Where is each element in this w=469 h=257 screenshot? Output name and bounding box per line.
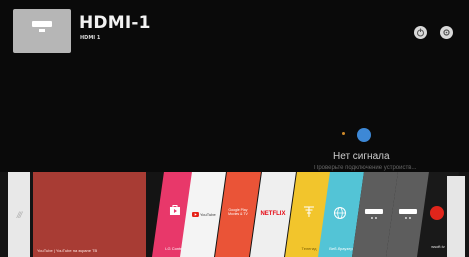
youtube-logo: YouTube: [191, 212, 216, 217]
hdmi-icon: [398, 209, 417, 219]
handle-lines-icon: ///: [16, 209, 22, 220]
launcher-bar: /// YouTube | YouTube на экране ТВ LG Co…: [0, 172, 469, 257]
input-title: HDMI-1: [79, 13, 151, 33]
globe-icon: [333, 207, 346, 219]
launcher-edit-handle[interactable]: [447, 176, 465, 257]
power-icon: [417, 28, 424, 37]
hdmi-input-tile[interactable]: [13, 9, 71, 53]
tv-screen: HDMI-1 HDMI 1 Нет сигнала Проверьте подк…: [0, 0, 469, 257]
netflix-logo: NETFLIX: [260, 211, 286, 217]
youtube-label: YouTube: [199, 212, 216, 217]
no-signal-message: Проверьте подключение устройств...: [314, 165, 417, 171]
no-signal-title: Нет сигнала: [333, 151, 390, 162]
hdmi-icon: [32, 21, 52, 32]
gear-icon: [443, 29, 450, 36]
shopping-bag-icon: [169, 205, 180, 215]
google-play-label: Google Play Movies & TV: [228, 208, 248, 216]
youtube-play-icon: [191, 212, 199, 217]
antenna-icon: [303, 206, 314, 217]
recent-app-tile[interactable]: YouTube | YouTube на экране ТВ: [33, 172, 146, 257]
power-button[interactable]: [414, 26, 427, 39]
recent-app-label: YouTube | YouTube на экране ТВ: [37, 248, 98, 253]
wsoft-logo-icon: [429, 206, 444, 220]
settings-button[interactable]: [440, 26, 453, 39]
no-signal-icon: [357, 128, 371, 142]
launcher-back-handle[interactable]: ///: [8, 172, 30, 257]
input-subtitle: HDMI 1: [80, 35, 101, 41]
cursor-spark-icon: [342, 132, 345, 135]
hdmi-icon: [364, 209, 383, 219]
